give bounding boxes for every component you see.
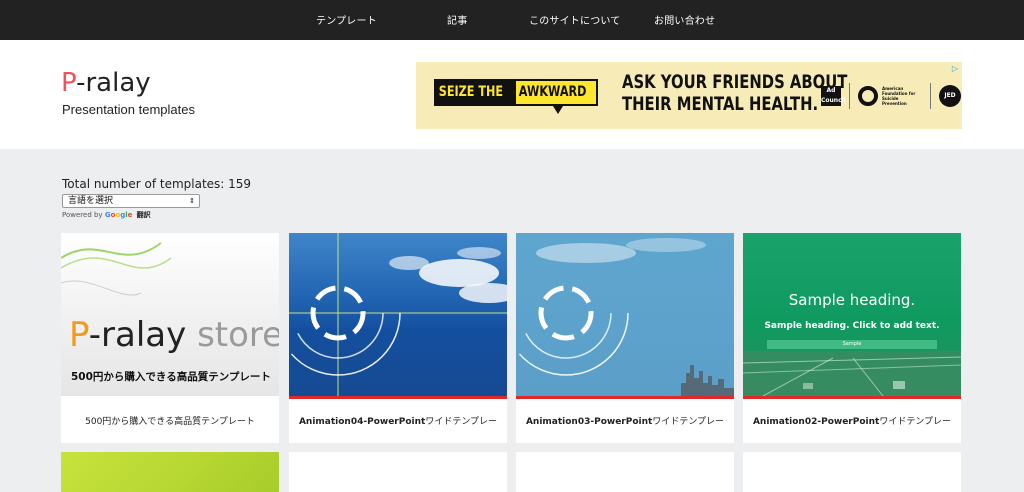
google-logo: Google (104, 211, 133, 219)
powered-by-google: Powered by Google 翻訳 (62, 210, 151, 220)
logo-p: P (61, 68, 77, 98)
card-accent-bar (289, 396, 507, 399)
template-thumbnail[interactable]: Sample heading. Sample heading. Click to… (743, 233, 961, 396)
ad-divider (849, 83, 850, 109)
language-select[interactable]: 言語を選択 ⇕ (62, 194, 200, 208)
thumb-caption: 500円から購入できる高品質テンプレート (71, 371, 271, 383)
sky-circle-graphic (516, 238, 734, 396)
ad-council-logo: Ad Council (821, 86, 846, 106)
ad-sponsor-logos: Ad Council American Foundation for Suici… (821, 82, 961, 110)
ad-seize-black: SEIZE THE (434, 79, 516, 106)
template-title[interactable]: Animation03-PowerPointワイドテンプレー (516, 414, 734, 427)
ad-banner[interactable]: ▷ SEIZE THE AWKWARD SEIZE THE ASK YOUR F… (416, 62, 962, 129)
template-thumbnail[interactable] (289, 233, 507, 396)
language-select-value: 言語を選択 (68, 196, 114, 206)
site-tagline: Presentation templates (62, 102, 195, 117)
ad-headline-line1: ASK YOUR FRIENDS ABOUT (622, 71, 848, 93)
jed-logo: JED (939, 85, 961, 107)
template-title[interactable]: Animation04-PowerPointワイドテンプレー (289, 414, 507, 427)
card-accent-bar (743, 396, 961, 399)
ad-headline-line2: THEIR MENTAL HEALTH. (622, 93, 819, 115)
nav-item-templates[interactable]: テンプレート (316, 12, 377, 27)
select-arrows-icon: ⇕ (189, 197, 195, 205)
ad-awkward-box: AWKWARD (514, 79, 598, 106)
template-card-partial[interactable] (743, 452, 961, 492)
afsp-logo-text: American Foundation for Suicide Preventi… (882, 86, 916, 106)
afsp-logo: American Foundation for Suicide Preventi… (858, 86, 922, 106)
template-card[interactable]: P-ralay store 500円から購入できる高品質テンプレート 500円か… (61, 233, 279, 443)
nav-item-articles[interactable]: 記事 (447, 12, 467, 27)
template-title[interactable]: 500円から購入できる高品質テンプレート (61, 414, 279, 427)
template-count: Total number of templates: 159 (62, 177, 252, 191)
template-card[interactable]: Animation03-PowerPointワイドテンプレー (516, 233, 734, 443)
thumb-logo: P-ralay store (69, 315, 279, 355)
powered-by-label: Powered by (62, 211, 103, 219)
nav-item-contact[interactable]: お問い合わせ (654, 12, 715, 27)
ad-seize-right: AWKWARD (518, 84, 587, 100)
ad-speech-tail (553, 106, 563, 114)
template-card-partial[interactable] (61, 452, 279, 492)
ad-divider (930, 83, 931, 109)
template-card-partial[interactable] (289, 452, 507, 492)
template-thumbnail[interactable]: P-ralay store 500円から購入できる高品質テンプレート (61, 233, 279, 396)
ad-seize-left-text: SEIZE THE (438, 84, 504, 100)
nav-item-about[interactable]: このサイトについて (529, 12, 621, 27)
logo-rest: -ralay (76, 68, 151, 98)
template-card[interactable]: Sample heading. Sample heading. Click to… (743, 233, 961, 443)
translate-link[interactable]: 翻訳 (137, 211, 151, 219)
afsp-ring-icon (858, 86, 878, 106)
ad-info-icon[interactable]: ▷ (949, 63, 961, 74)
ad-headline: ASK YOUR FRIENDS ABOUT THEIR MENTAL HEAL… (622, 71, 847, 115)
site-logo[interactable]: P-ralay (61, 68, 151, 98)
template-thumbnail[interactable] (516, 233, 734, 396)
template-card-partial[interactable] (516, 452, 734, 492)
site-header: P-ralay Presentation templates ▷ SEIZE T… (0, 40, 1024, 149)
template-title[interactable]: Animation02-PowerPointワイドテンプレー (743, 414, 961, 427)
top-nav: テンプレート 記事 このサイトについて お問い合わせ (0, 0, 1024, 40)
card-accent-bar (516, 396, 734, 399)
city-highway-graphic (743, 351, 961, 396)
sky-circle-graphic (289, 233, 507, 396)
template-card[interactable]: Animation04-PowerPointワイドテンプレー (289, 233, 507, 443)
